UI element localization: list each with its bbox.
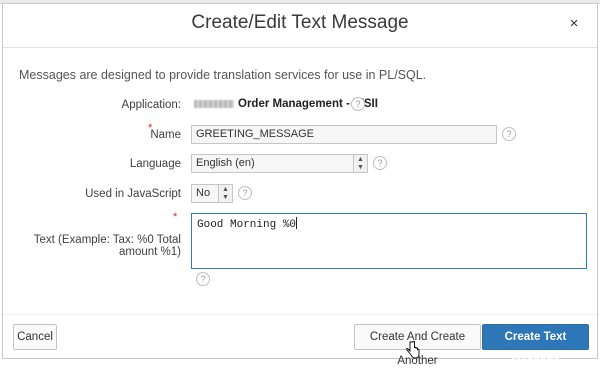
language-label: Language [129, 158, 181, 170]
used-in-javascript-help-icon[interactable]: ? [238, 186, 252, 200]
text-help-icon[interactable]: ? [196, 272, 210, 286]
footer-divider [3, 314, 597, 315]
chevron-updown-icon: ▲ ▼ [218, 185, 232, 202]
header-divider [3, 47, 597, 48]
text-textarea[interactable]: Good Morning %0 [191, 213, 587, 269]
used-in-javascript-select[interactable]: No ▲ ▼ [191, 184, 233, 203]
redacted-text [194, 99, 234, 108]
intro-text: Messages are designed to provide transla… [19, 68, 427, 82]
cancel-button[interactable]: Cancel [13, 324, 57, 350]
name-input[interactable]: GREETING_MESSAGE [191, 125, 497, 144]
language-help-icon[interactable]: ? [373, 156, 387, 170]
create-text-message-button[interactable]: Create Text Message [482, 324, 589, 367]
close-icon[interactable]: × [565, 15, 583, 33]
text-label: Text (Example: Tax: %0 Total amount %1) [33, 234, 181, 258]
application-help-icon[interactable]: ? [351, 97, 365, 111]
dialog-title: Create/Edit Text Message [191, 12, 409, 33]
name-label: Name [150, 129, 181, 141]
used-in-javascript-selected-value: No [196, 187, 211, 199]
create-edit-text-message-dialog: Create/Edit Text Message × Messages are … [2, 3, 598, 367]
chevron-updown-icon: ▲ ▼ [353, 155, 367, 172]
used-in-javascript-label: Used in JavaScript [85, 188, 181, 200]
text-required-marker: * [173, 211, 178, 223]
text-value: Good Morning %0 [197, 219, 297, 231]
dialog-titlebar: Create/Edit Text Message × [3, 4, 597, 47]
text-caret [296, 217, 298, 229]
language-selected-value: English (en) [196, 157, 255, 169]
application-label: Application: [121, 99, 181, 111]
name-help-icon[interactable]: ? [502, 127, 516, 141]
hand-pointer-cursor-icon [406, 341, 420, 359]
language-select[interactable]: English (en) ▲ ▼ [191, 154, 368, 173]
